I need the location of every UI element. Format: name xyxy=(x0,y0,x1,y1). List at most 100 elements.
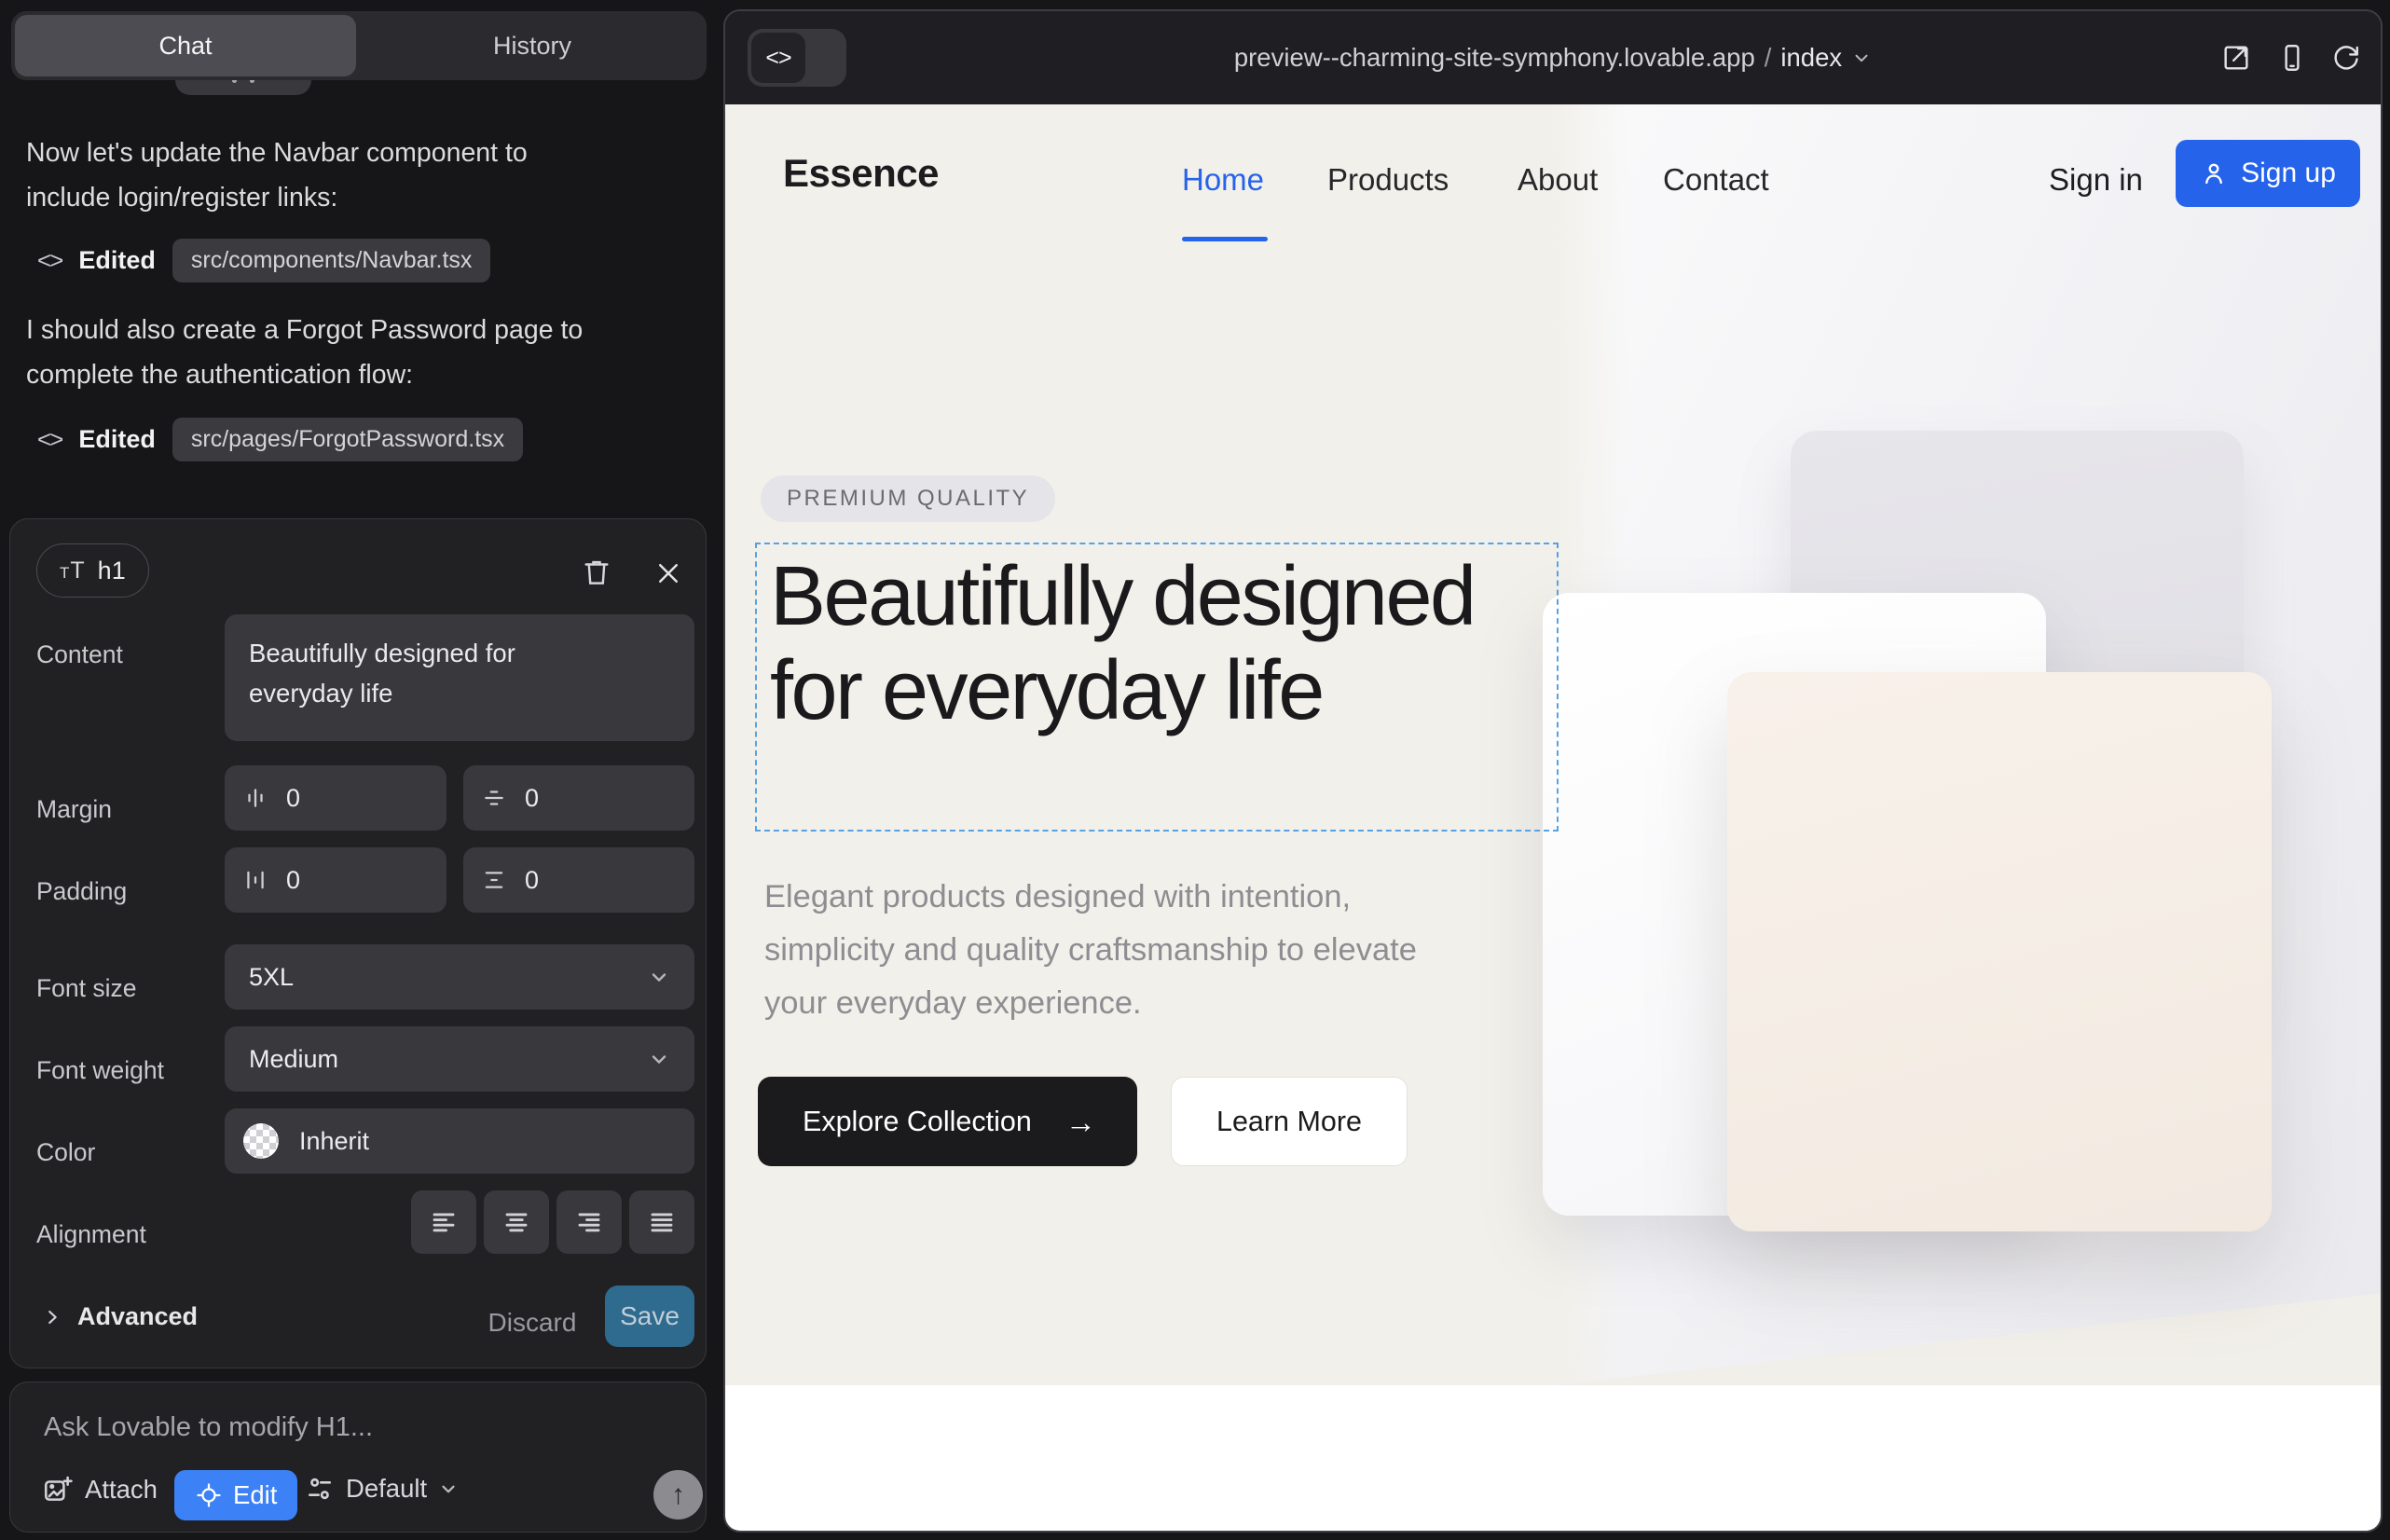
padding-label: Padding xyxy=(36,877,127,906)
sign-up-button[interactable]: Sign up xyxy=(2176,140,2360,207)
attach-button[interactable]: Attach xyxy=(42,1474,158,1506)
explore-collection-label: Explore Collection xyxy=(803,1106,1032,1138)
url-page: index xyxy=(1780,43,1842,73)
preview-toolbar: <> preview--charming-site-symphony.lovab… xyxy=(725,11,2381,104)
refresh-button[interactable] xyxy=(2330,42,2362,74)
learn-more-label: Learn More xyxy=(1216,1106,1362,1138)
content-input[interactable]: Beautifully designed for everyday life xyxy=(225,614,694,741)
color-select[interactable]: Inherit xyxy=(225,1108,694,1174)
external-link-icon xyxy=(2220,42,2252,74)
nav-products[interactable]: Products xyxy=(1327,162,1449,198)
save-button[interactable]: Save xyxy=(605,1286,694,1347)
margin-y-input[interactable]: 0 xyxy=(463,765,694,831)
font-size-value: 5XL xyxy=(249,963,294,992)
url-bar[interactable]: preview--charming-site-symphony.lovable.… xyxy=(725,11,2381,104)
color-label: Color xyxy=(36,1138,95,1167)
attach-label: Attach xyxy=(85,1475,158,1505)
content-value: Beautifully designed for everyday life xyxy=(249,633,622,713)
chat-message: Now let's update the Navbar component to… xyxy=(26,131,585,220)
font-weight-select[interactable]: Medium xyxy=(225,1026,694,1092)
font-size-label: Font size xyxy=(36,974,137,1003)
user-icon xyxy=(2200,159,2228,187)
element-inspector-panel: TT h1 Content Beautifully designed for e… xyxy=(9,518,707,1368)
tab-chat[interactable]: Chat xyxy=(15,15,356,76)
send-button[interactable]: ↑ xyxy=(653,1470,703,1519)
chevron-right-icon xyxy=(42,1307,62,1327)
selected-element-badge: TT h1 xyxy=(36,543,149,598)
chat-message: I should also create a Forgot Password p… xyxy=(26,308,632,397)
edit-mode-button[interactable]: Edit xyxy=(174,1470,297,1520)
sign-in-link[interactable]: Sign in xyxy=(2049,162,2143,198)
color-value: Inherit xyxy=(299,1127,369,1156)
padding-vertical-icon xyxy=(482,868,506,892)
preview-url: preview--charming-site-symphony.lovable.… xyxy=(1234,43,1755,73)
explore-collection-button[interactable]: Explore Collection → xyxy=(758,1077,1137,1166)
cream-wedge xyxy=(1555,1283,2381,1385)
close-icon xyxy=(654,559,682,587)
margin-x-input[interactable]: 0 xyxy=(225,765,446,831)
content-label: Content xyxy=(36,640,123,669)
delete-element-button[interactable] xyxy=(577,553,616,592)
site-logo[interactable]: Essence xyxy=(783,151,939,196)
margin-horizontal-icon xyxy=(243,786,268,810)
edited-file-row: <> Edited src/components/Navbar.tsx xyxy=(37,237,490,283)
element-tag: h1 xyxy=(98,557,126,585)
nav-about[interactable]: About xyxy=(1518,162,1598,198)
chevron-down-icon xyxy=(1851,48,1872,68)
learn-more-button[interactable]: Learn More xyxy=(1171,1077,1408,1166)
align-right-icon xyxy=(575,1208,603,1236)
discard-button[interactable]: Discard xyxy=(476,1308,588,1338)
align-left-button[interactable] xyxy=(411,1190,476,1254)
align-center-button[interactable] xyxy=(484,1190,549,1254)
margin-label: Margin xyxy=(36,795,112,824)
attach-image-icon xyxy=(42,1474,74,1506)
color-swatch xyxy=(243,1123,279,1159)
sliders-icon xyxy=(305,1474,335,1504)
tab-history[interactable]: History xyxy=(362,15,703,76)
align-justify-button[interactable] xyxy=(629,1190,694,1254)
target-icon xyxy=(195,1481,223,1509)
preview-window: <> preview--charming-site-symphony.lovab… xyxy=(723,9,2383,1533)
margin-x-value: 0 xyxy=(286,784,300,813)
padding-y-input[interactable]: 0 xyxy=(463,847,694,913)
edited-file-chip[interactable]: src/components/Navbar.tsx xyxy=(172,239,491,282)
close-inspector-button[interactable] xyxy=(650,555,687,592)
padding-x-input[interactable]: 0 xyxy=(225,847,446,913)
arrow-right-icon: → xyxy=(1065,1107,1096,1137)
edited-file-row: <> Edited src/pages/ForgotPassword.tsx xyxy=(37,416,523,462)
padding-y-value: 0 xyxy=(525,866,539,895)
edited-label: Edited xyxy=(78,425,156,454)
margin-vertical-icon xyxy=(482,786,506,810)
alignment-label: Alignment xyxy=(36,1220,146,1249)
font-weight-value: Medium xyxy=(249,1045,338,1074)
refresh-icon xyxy=(2330,42,2362,74)
edit-label: Edit xyxy=(233,1480,277,1510)
arrow-up-icon: ↑ xyxy=(671,1481,685,1509)
trash-icon xyxy=(581,557,612,588)
hero-section: Essence Home Products About Contact Sign… xyxy=(725,104,2381,1385)
site-preview: Essence Home Products About Contact Sign… xyxy=(725,104,2381,1531)
advanced-expander[interactable]: Advanced xyxy=(42,1302,198,1331)
model-label: Default xyxy=(346,1474,427,1504)
nav-home[interactable]: Home xyxy=(1182,162,1264,198)
decor-card-beige xyxy=(1727,672,2272,1231)
chevron-down-icon xyxy=(648,966,670,988)
sign-up-label: Sign up xyxy=(2241,158,2336,189)
align-justify-icon xyxy=(648,1208,676,1236)
font-weight-label: Font weight xyxy=(36,1056,164,1085)
padding-horizontal-icon xyxy=(243,868,268,892)
hero-description: Elegant products designed with intention… xyxy=(764,871,1463,1030)
hero-headline[interactable]: Beautifully designed for everyday life xyxy=(757,544,1547,738)
chat-history-tabs: Chat History xyxy=(11,11,707,80)
font-size-select[interactable]: 5XL xyxy=(225,944,694,1010)
selected-h1-outline[interactable]: Beautifully designed for everyday life xyxy=(755,543,1559,832)
model-selector[interactable]: Default xyxy=(305,1474,459,1504)
align-center-icon xyxy=(502,1208,530,1236)
composer-input[interactable] xyxy=(42,1405,639,1450)
edited-file-chip[interactable]: src/pages/ForgotPassword.tsx xyxy=(172,418,523,461)
mobile-preview-button[interactable] xyxy=(2276,42,2308,74)
open-in-new-tab-button[interactable] xyxy=(2220,42,2252,74)
nav-contact[interactable]: Contact xyxy=(1663,162,1769,198)
align-right-button[interactable] xyxy=(556,1190,622,1254)
chevron-down-icon xyxy=(648,1048,670,1070)
